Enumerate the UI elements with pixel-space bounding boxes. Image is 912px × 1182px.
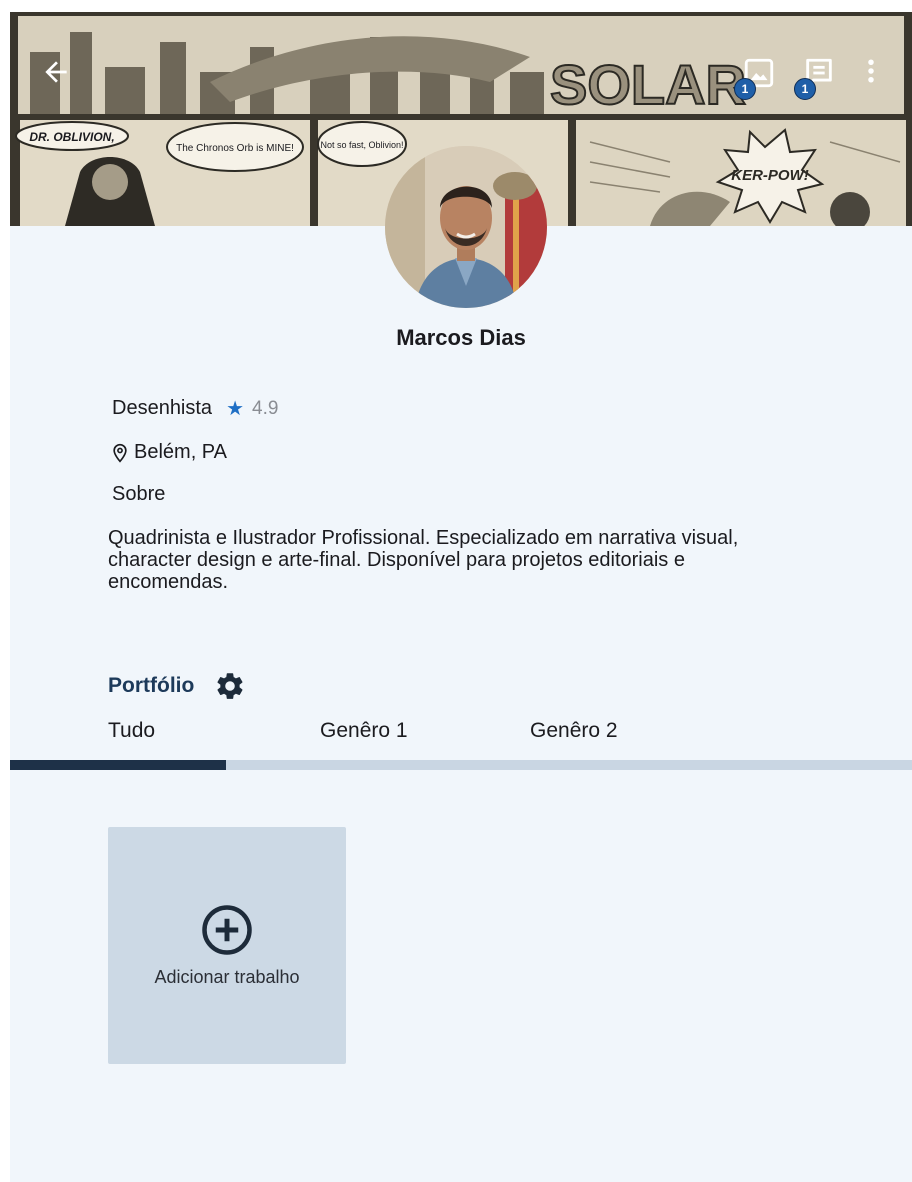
gallery-badge: 1 (734, 78, 756, 100)
tab-all[interactable]: Tudo (108, 719, 155, 743)
star-icon: ★ (226, 398, 244, 420)
more-vert-icon (868, 59, 874, 83)
add-work-label: Adicionar trabalho (154, 967, 300, 987)
avatar[interactable] (385, 146, 547, 308)
banner-caption-2: The Chronos Orb is MINE! (176, 143, 294, 154)
profile-photo (385, 146, 547, 308)
more-options-button[interactable] (856, 56, 896, 96)
tab-indicator (10, 760, 226, 770)
portfolio-settings-button[interactable] (214, 670, 246, 702)
rating-value: 4.9 (252, 397, 279, 419)
portfolio-header: Portfólio (108, 670, 246, 702)
profession-row: Desenhista ★ 4.9 (112, 396, 278, 421)
location-row: Belém, PA (110, 441, 227, 464)
gear-icon (217, 673, 243, 699)
gallery-button[interactable]: 1 (734, 56, 782, 100)
add-circle-icon (202, 905, 252, 955)
banner-comic-title: SOLAR (550, 53, 746, 116)
banner-caption-4: KER-POW! (731, 167, 809, 184)
portfolio-title: Portfólio (108, 674, 195, 697)
location-label: Belém, PA (134, 441, 227, 463)
about-title: Sobre (112, 483, 166, 505)
arrow-back-icon (45, 61, 67, 83)
messages-badge: 1 (794, 78, 816, 100)
messages-button[interactable]: 1 (794, 56, 842, 100)
back-button[interactable] (40, 56, 80, 96)
profession-label: Desenhista (112, 397, 213, 419)
add-work-card[interactable]: Adicionar trabalho (108, 827, 346, 1064)
tab-genre-2[interactable]: Genêro 2 (530, 719, 618, 743)
banner-caption-1: DR. OBLIVION, (29, 130, 114, 144)
profile-screen: SOLAR DR. OBLIVION, The Chronos Orb is M… (10, 12, 912, 1182)
profile-name: Marcos Dias (396, 325, 526, 350)
banner-caption-3: Not so fast, Oblivion! (320, 140, 403, 150)
location-pin-icon (113, 443, 127, 463)
about-text: Quadrinista e Ilustrador Profissional. E… (108, 527, 739, 593)
tab-genre-1[interactable]: Genêro 1 (320, 719, 408, 743)
